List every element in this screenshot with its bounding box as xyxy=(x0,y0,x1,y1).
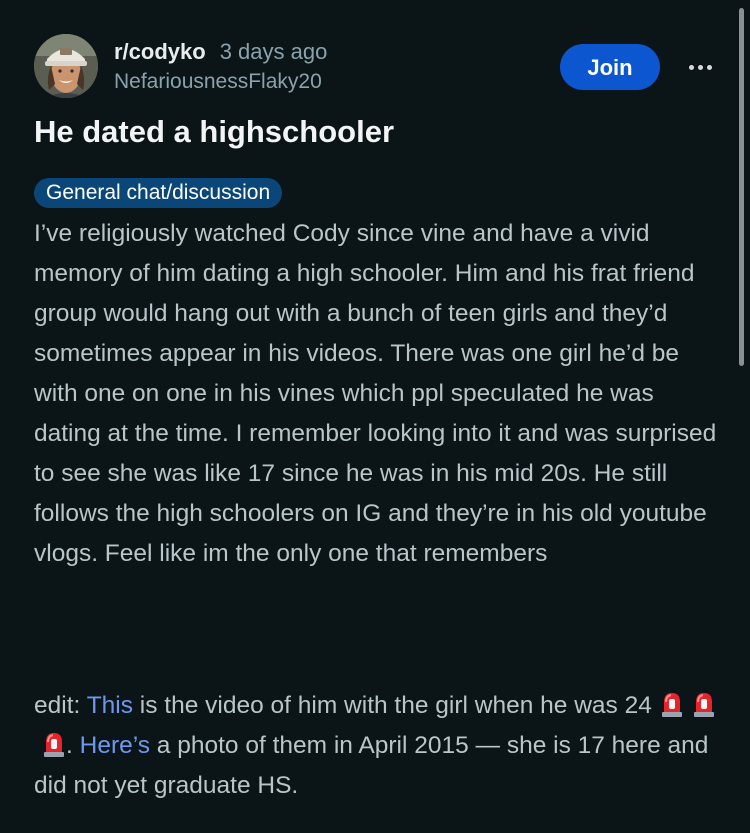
post-header: r/codyko 3 days ago NefariousnessFlaky20 … xyxy=(34,34,724,104)
post-flair[interactable]: General chat/discussion xyxy=(34,178,283,208)
more-horizontal-icon-dot xyxy=(697,64,703,70)
photo-link[interactable]: Here’s xyxy=(80,732,150,759)
siren-emoji-icon: 🚨 xyxy=(692,690,716,718)
join-button[interactable]: Join xyxy=(560,44,660,90)
edit-text-2: . xyxy=(66,732,80,759)
edit-prefix: edit: xyxy=(34,692,87,719)
edit-text-1: is the video of him with the girl when h… xyxy=(132,692,652,719)
siren-emoji-icon: 🚨 xyxy=(660,690,684,718)
avatar-image xyxy=(34,34,98,98)
more-horizontal-icon-dot xyxy=(706,64,712,70)
post-meta: r/codyko 3 days ago NefariousnessFlaky20 xyxy=(114,39,327,95)
post-time: 3 days ago xyxy=(219,39,328,64)
subreddit-avatar[interactable] xyxy=(34,34,98,98)
post-title[interactable]: He dated a highschooler xyxy=(34,112,724,152)
subreddit-name[interactable]: r/codyko xyxy=(114,39,206,64)
more-horizontal-icon xyxy=(688,64,694,70)
more-options-button[interactable] xyxy=(680,56,720,78)
meta-row: r/codyko 3 days ago xyxy=(114,39,327,65)
video-link[interactable]: This xyxy=(87,692,133,719)
scrollbar[interactable] xyxy=(739,8,744,366)
author-username[interactable]: NefariousnessFlaky20 xyxy=(114,69,327,95)
post-body: I’ve religiously watched Cody since vine… xyxy=(34,220,717,567)
siren-emoji-icon: 🚨 xyxy=(42,730,66,758)
post-edit: edit: This is the video of him with the … xyxy=(34,686,724,806)
